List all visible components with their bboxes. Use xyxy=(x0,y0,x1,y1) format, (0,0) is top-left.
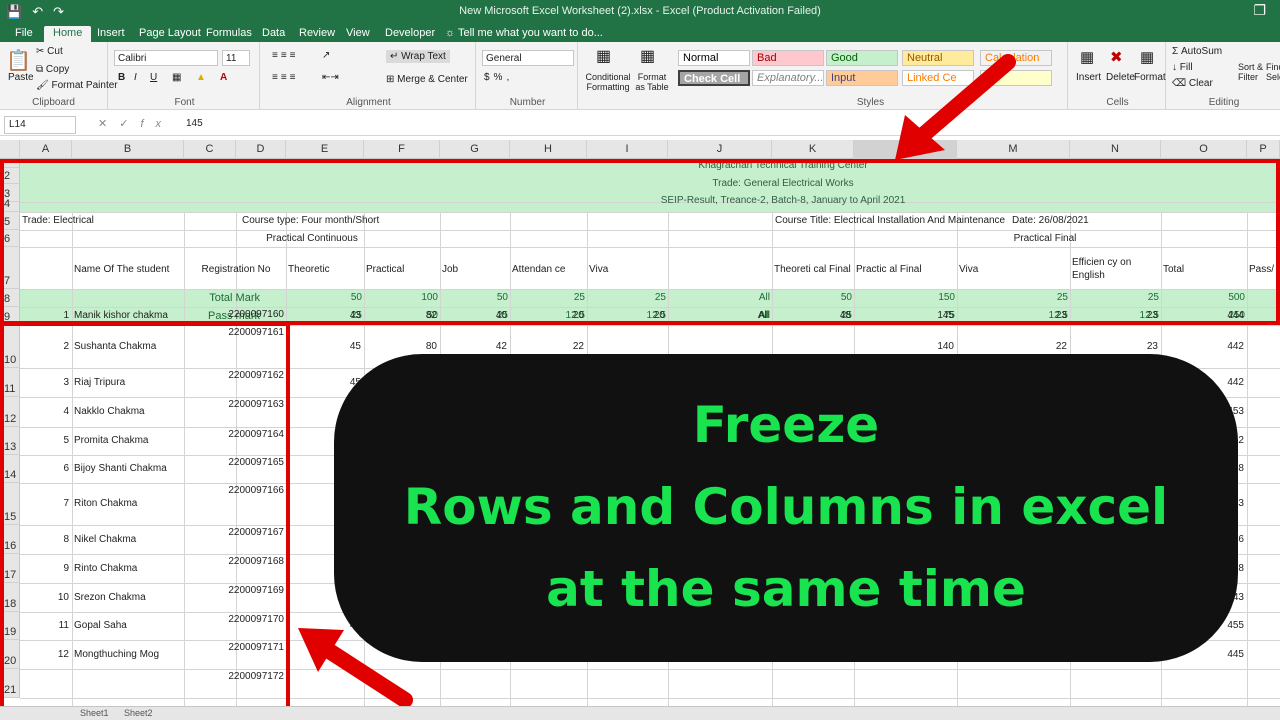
sheet-tabs-bar: Sheet1 Sheet2 xyxy=(0,706,1280,720)
arrow-left-icon xyxy=(298,628,413,708)
arrows-layer xyxy=(298,54,1016,708)
sheet-tab-1[interactable]: Sheet1 xyxy=(80,708,109,718)
arrow-right-icon xyxy=(895,54,1016,160)
sheet-tab-2[interactable]: Sheet2 xyxy=(124,708,153,718)
